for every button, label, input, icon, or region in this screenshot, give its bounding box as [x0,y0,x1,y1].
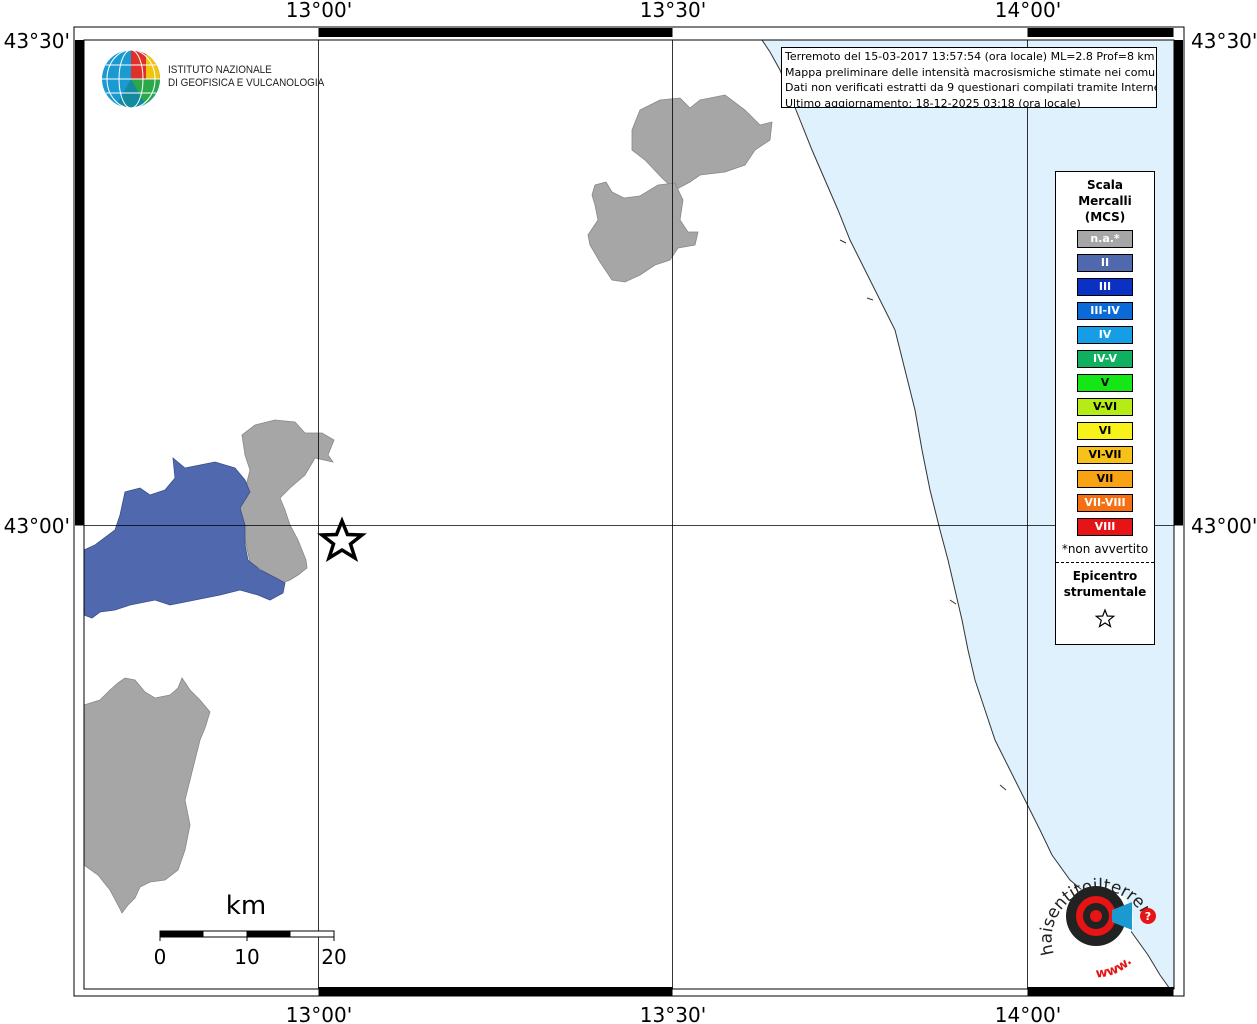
lon-tick-bottom-1: 13°00' [286,1003,352,1024]
legend-items: n.a.* II III III-IV IV IV-V V V-VI VI VI-VII VII VI… [1056,230,1154,536]
event-info-box: Terremoto del 15-03-2017 13:57:54 (ora l… [781,47,1157,108]
scalebar: km 0 10 20 [154,891,347,969]
legend-item: VIII [1077,518,1133,536]
svg-text:?: ? [1145,910,1151,923]
legend-star-icon [1094,608,1116,628]
legend-title-line2: Mercalli [1078,194,1132,208]
event-info-line4: Ultimo aggiornamento: 18-12-2025 03:18 (… [785,96,1081,108]
event-info-line1: Terremoto del 15-03-2017 13:57:54 (ora l… [785,50,1155,63]
scalebar-unit: km [226,891,266,921]
scalebar-label-20: 20 [321,945,346,969]
legend-item: III [1077,278,1133,296]
lat-tick-right-1: 43°30' [1191,29,1257,53]
event-info-line3: Dati non verificati estratti da 9 questi… [785,81,1157,94]
legend-epicenter-line2: strumentale [1063,585,1147,599]
scalebar-label-10: 10 [234,945,259,969]
municipality-na-northeast [631,94,773,191]
municipality-na-north [587,181,699,283]
legend-item: II [1077,254,1133,272]
legend-title: Scala Mercalli (MCS) [1056,177,1154,225]
legend-note: *non avvertito [1061,542,1149,556]
legend-epicenter-label: Epicentro strumentale [1056,568,1154,600]
lat-tick-left-1: 43°30' [4,29,70,53]
legend-item: IV [1077,326,1133,344]
legend-item: IV-V [1077,350,1133,368]
ingv-name: ISTITUTO NAZIONALE DI GEOFISICA E VULCAN… [168,64,324,90]
legend-item: VII-VIII [1077,494,1133,512]
haisentito-logo[interactable]: haisentitoilterremoto.it www. ? [1036,858,1162,978]
scalebar-label-0: 0 [154,945,167,969]
haisentito-www: www. [1095,954,1135,978]
municipality-na-center [239,419,335,584]
epicenter-star-icon[interactable] [317,516,367,562]
intensity-legend: Scala Mercalli (MCS) n.a.* II III III-IV IV I… [1055,171,1155,645]
legend-item: n.a.* [1077,230,1133,248]
ingv-name-line2: DI GEOFISICA E VULCANOLOGIA [168,77,325,89]
lon-tick-top-1: 13°00' [286,0,352,22]
legend-item: V [1077,374,1133,392]
lat-tick-left-2: 43°00' [4,514,70,538]
legend-item: V-VI [1077,398,1133,416]
legend-title-line3: (MCS) [1084,210,1126,224]
lon-tick-bottom-2: 13°30' [640,1003,706,1024]
ingv-logo[interactable]: ISTITUTO NAZIONALE DI GEOFISICA E VULCAN… [100,48,324,110]
legend-item: III-IV [1077,302,1133,320]
lat-tick-right-2: 43°00' [1191,514,1257,538]
lon-tick-top-2: 13°30' [640,0,706,22]
lon-tick-bottom-3: 14°00' [995,1003,1061,1024]
legend-item: VII [1077,470,1133,488]
lon-tick-top-3: 14°00' [995,0,1061,22]
legend-title-line1: Scala [1086,178,1124,192]
event-info-line2: Mappa preliminare delle intensità macros… [785,65,1157,79]
ingv-name-line1: ISTITUTO NAZIONALE [168,64,272,76]
legend-epicenter-line1: Epicentro [1072,569,1138,583]
legend-item: VI-VII [1077,446,1133,464]
globe-icon [102,49,161,109]
municipality-na-southwest [83,677,211,914]
legend-separator [1056,562,1154,563]
legend-item: VI [1077,422,1133,440]
